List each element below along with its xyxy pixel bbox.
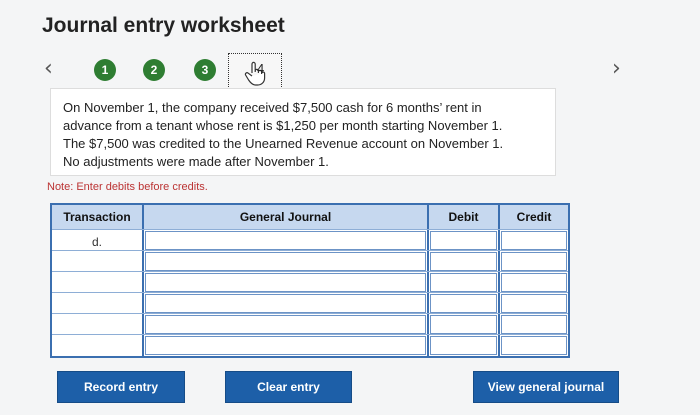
debit-input-row-5[interactable] (430, 315, 497, 334)
problem-line: On November 1, the company received $7,5… (63, 100, 482, 115)
account-input-row-1[interactable] (145, 231, 426, 250)
row-divider (52, 229, 568, 230)
problem-line: No adjustments were made after November … (63, 154, 329, 169)
problem-statement: On November 1, the company received $7,5… (50, 88, 556, 176)
row-divider (52, 334, 568, 335)
problem-line: The $7,500 was credited to the Unearned … (63, 136, 504, 151)
column-header-transaction: Transaction (52, 205, 142, 229)
step-2-label: 2 (150, 63, 158, 77)
column-header-debit: Debit (429, 205, 498, 229)
step-4-button[interactable]: 4 (228, 53, 282, 93)
credit-input-row-4[interactable] (501, 294, 567, 313)
step-1-button[interactable]: 1 (94, 59, 116, 81)
row-divider (52, 250, 568, 251)
chevron-right-icon[interactable]: › (612, 58, 621, 80)
credit-input-row-1[interactable] (501, 231, 567, 250)
step-4-label: 4 (257, 61, 265, 76)
chevron-left-icon[interactable]: ‹ (44, 58, 53, 80)
account-input-row-4[interactable] (145, 294, 426, 313)
step-2-button[interactable]: 2 (143, 59, 165, 81)
row-divider (52, 292, 568, 293)
step-3-button[interactable]: 3 (194, 59, 216, 81)
journal-entry-table: Transaction General Journal Debit Credit… (50, 203, 570, 358)
debit-input-row-2[interactable] (430, 252, 497, 271)
debit-input-row-6[interactable] (430, 336, 497, 355)
debit-input-row-4[interactable] (430, 294, 497, 313)
credit-input-row-3[interactable] (501, 273, 567, 292)
transaction-label: d. (92, 235, 103, 249)
instruction-note: Note: Enter debits before credits. (47, 181, 208, 193)
column-header-credit: Credit (500, 205, 568, 229)
step-3-label: 3 (201, 63, 209, 77)
problem-line: advance from a tenant whose rent is $1,2… (63, 118, 503, 133)
column-header-general-journal: General Journal (144, 205, 427, 229)
credit-input-row-2[interactable] (501, 252, 567, 271)
clear-entry-button[interactable]: Clear entry (225, 371, 352, 403)
credit-input-row-6[interactable] (501, 336, 567, 355)
debit-input-row-3[interactable] (430, 273, 497, 292)
account-input-row-2[interactable] (145, 252, 426, 271)
account-input-row-5[interactable] (145, 315, 426, 334)
account-input-row-3[interactable] (145, 273, 426, 292)
account-input-row-6[interactable] (145, 336, 426, 355)
row-divider (52, 313, 568, 314)
credit-input-row-5[interactable] (501, 315, 567, 334)
record-entry-button[interactable]: Record entry (57, 371, 185, 403)
row-divider (52, 271, 568, 272)
view-general-journal-button[interactable]: View general journal (473, 371, 619, 403)
page-title: Journal entry worksheet (42, 14, 285, 37)
debit-input-row-1[interactable] (430, 231, 497, 250)
step-1-label: 1 (101, 63, 109, 77)
